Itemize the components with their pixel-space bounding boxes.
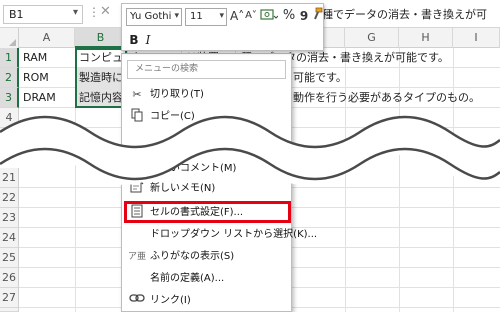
font-size-value: 11 <box>190 11 203 22</box>
menu-item-label: ドロップダウン リストから選択(K)... <box>150 229 318 240</box>
menu-item-copy[interactable]: コピー(C) <box>122 106 291 128</box>
format-cells-icon <box>128 204 146 222</box>
row-header-25[interactable]: 25 <box>0 248 19 268</box>
percent-style-button[interactable]: % <box>282 7 296 25</box>
new-note-icon <box>128 180 146 198</box>
accounting-format-button[interactable] <box>259 7 279 25</box>
font-name-value: Yu Gothi <box>130 11 172 22</box>
column-header-b[interactable]: B <box>75 28 127 48</box>
select-all-triangle-icon <box>9 39 16 46</box>
row-header-5[interactable]: 5 <box>0 128 19 148</box>
menu-item-label: 新しいメモ(N) <box>150 183 216 194</box>
font-size-select[interactable]: 11 ▾ <box>185 8 227 26</box>
menu-item-label: リンク(I) <box>150 295 191 306</box>
scissors-icon: ✂ <box>132 88 142 101</box>
row-header-2[interactable]: 2 <box>0 68 19 88</box>
menu-item-new-comment[interactable]: 新しいコメント(M) <box>122 158 291 180</box>
menu-item-new-note[interactable]: 新しいメモ(N) <box>122 178 291 200</box>
row-header-4[interactable]: 4 <box>0 108 19 128</box>
row-header-21[interactable]: 21 <box>0 168 19 188</box>
column-header-g[interactable]: G <box>345 28 399 48</box>
format-painter-button[interactable] <box>310 7 324 25</box>
select-all-corner[interactable] <box>0 28 19 48</box>
cell-a2[interactable]: ROM <box>23 68 73 88</box>
row-header-26[interactable]: 26 <box>0 268 19 288</box>
menu-item-cut[interactable]: ✂ 切り取り(T) <box>122 84 291 106</box>
bold-button[interactable]: B <box>128 31 140 49</box>
chevron-down-icon[interactable]: ▾ <box>73 7 78 18</box>
column-header-h[interactable]: H <box>399 28 453 48</box>
context-menu: メニューの検索 ✂ 切り取り(T) コピー(C) 新しいコメント(M) 新しいメ… <box>121 53 317 312</box>
row-header-23[interactable]: 23 <box>0 208 19 228</box>
font-name-select[interactable]: Yu Gothi ▾ <box>126 8 182 26</box>
increase-font-size-button[interactable]: A˄ <box>230 7 244 25</box>
comma-style-button[interactable]: 9 <box>299 7 309 25</box>
row-header-24[interactable]: 24 <box>0 228 19 248</box>
furigana-icon: ア亜 <box>128 252 147 262</box>
name-box-value: B1 <box>9 8 24 21</box>
menu-item-label: 切り取り(T) <box>150 89 204 100</box>
cell-b3-overflow: 動作を行う必要があるタイプのもの。 <box>293 91 480 104</box>
menu-search-input[interactable]: メニューの検索 <box>127 60 286 79</box>
menu-item-pick-from-list[interactable]: ドロップダウン リストから選択(K)... <box>122 224 317 246</box>
menu-item-define-name[interactable]: 名前の定義(A)... <box>122 268 291 290</box>
cell-a3[interactable]: DRAM <box>23 88 73 108</box>
cancel-icon[interactable]: ✕ <box>100 4 111 19</box>
row-header-1[interactable]: 1 <box>0 48 19 68</box>
selected-range-border <box>75 48 127 108</box>
new-comment-icon <box>128 160 146 178</box>
row-header-22[interactable]: 22 <box>0 188 19 208</box>
menu-item-label: セルの書式設定(F)... <box>150 207 244 218</box>
column-header-a[interactable]: A <box>19 28 75 48</box>
menu-item-label: ふりがなの表示(S) <box>150 251 235 262</box>
chevron-down-icon: ▾ <box>219 11 224 21</box>
name-box[interactable]: B1 ▾ <box>3 5 83 24</box>
formula-content[interactable]: 種でデータの消去・書き換えが可 <box>322 6 487 22</box>
menu-item-label: 名前の定義(A)... <box>150 273 225 284</box>
copy-icon <box>128 108 146 126</box>
mini-toolbar: Yu Gothi ▾ 11 ▾ A˄ A˅ % 9 B I <box>121 3 324 51</box>
decrease-font-size-button[interactable]: A˅ <box>244 7 258 25</box>
cell-a1[interactable]: RAM <box>23 48 73 68</box>
row-header-3[interactable]: 3 <box>0 88 19 108</box>
currency-icon <box>260 9 279 20</box>
paintbrush-icon <box>314 7 323 20</box>
row-header-28[interactable] <box>0 308 19 312</box>
menu-item-label: コピー(C) <box>150 111 195 122</box>
column-header-i[interactable]: I <box>453 28 500 48</box>
italic-button[interactable]: I <box>142 31 154 49</box>
menu-item-format-cells[interactable]: セルの書式設定(F)... <box>122 202 291 224</box>
chevron-down-icon: ▾ <box>174 11 179 21</box>
cell-b2-overflow: 可能です。 <box>293 71 347 84</box>
link-icon <box>128 292 146 310</box>
menu-item-label: 新しいコメント(M) <box>150 163 237 174</box>
row-header-27[interactable]: 27 <box>0 288 19 308</box>
menu-item-show-furigana[interactable]: ア亜 ふりがなの表示(S) <box>122 246 291 268</box>
menu-item-link[interactable]: リンク(I) <box>122 290 291 312</box>
